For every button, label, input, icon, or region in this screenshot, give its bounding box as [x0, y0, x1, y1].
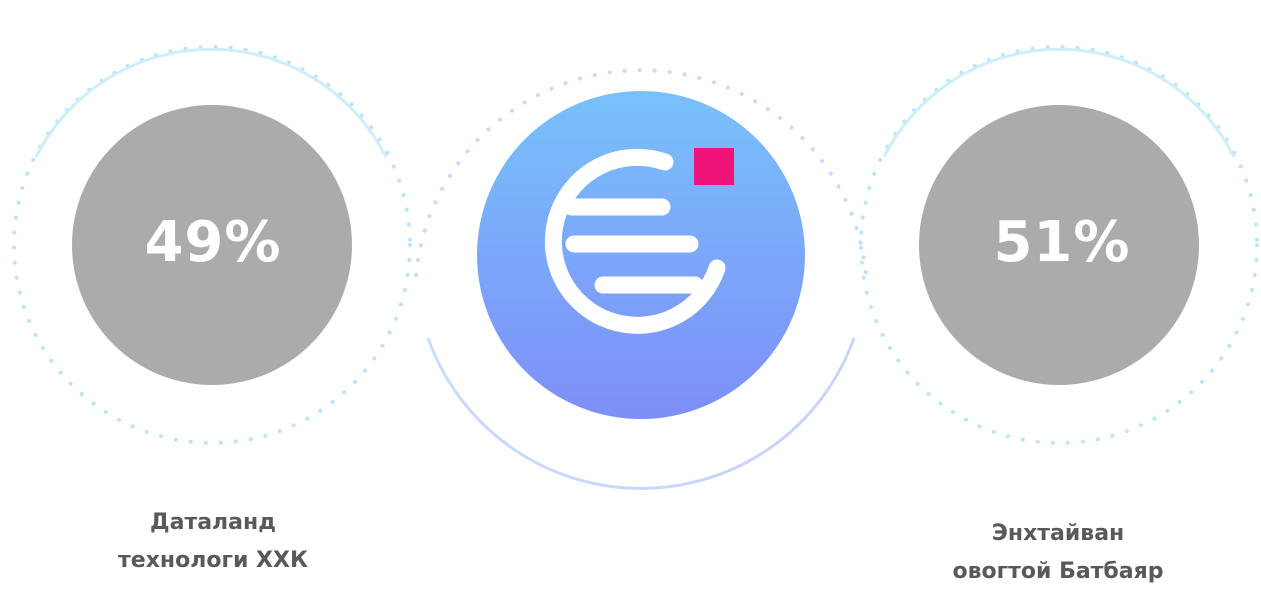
right-owner-name-line1: Энхтайван [991, 521, 1125, 546]
left-owner-name: Даталанд технологи ХХК [53, 504, 373, 580]
left-owner-name-line2: технологи ХХК [118, 548, 308, 573]
right-owner-name-line2: овогтой Батбаяр [952, 559, 1164, 584]
left-share-percent: 49% [144, 210, 282, 275]
right-owner-name: Энхтайван овогтой Батбаяр [898, 515, 1218, 591]
infographic-graphics [12, 45, 1259, 490]
right-share-percent: 51% [993, 210, 1131, 275]
left-owner-name-line1: Даталанд [150, 510, 276, 535]
ownership-infographic: 49% 51% Даталанд технологи ХХК Энхтайван… [0, 0, 1261, 590]
company-logo-icon [477, 91, 805, 419]
